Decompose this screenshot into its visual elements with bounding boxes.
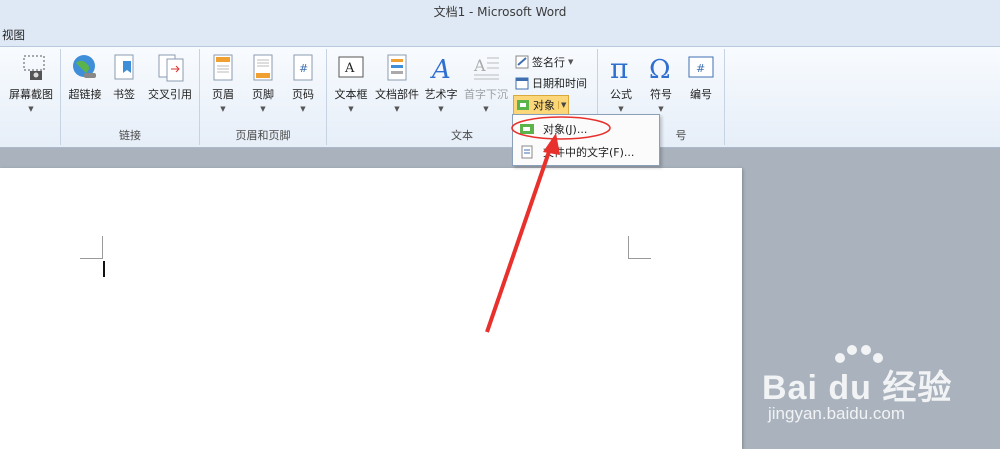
red-arrow-head [543,133,560,155]
watermark-brand: Bai du 经验 [762,369,953,407]
red-arrow-line [485,142,554,333]
baidu-watermark: Bai du 经验 jingyan.baidu.com [750,340,1000,440]
highlight-ellipse [511,116,611,140]
watermark-url: jingyan.baidu.com [768,404,906,423]
